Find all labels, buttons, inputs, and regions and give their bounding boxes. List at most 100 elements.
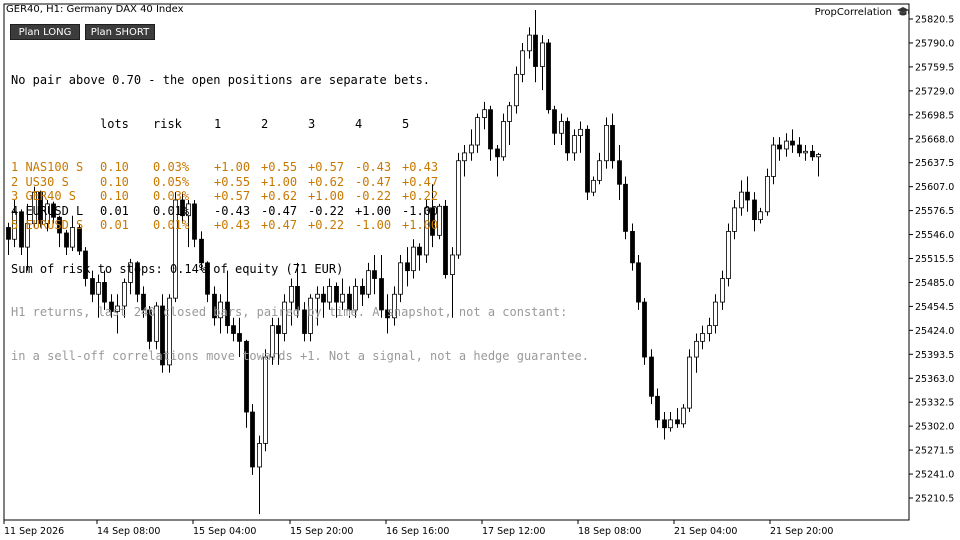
column-header-6: 4 (355, 116, 363, 131)
panel-note-1: H1 returns, last 240 closed bars, paired… (11, 305, 568, 319)
bull-candle (694, 340, 699, 358)
position-row: 1 NAS100 S 0.10 0.03% +1.00 +0.55 +0.57 -0.43 +… (11, 160, 589, 175)
bear-candle (777, 144, 782, 150)
bull-candle (732, 207, 737, 232)
bull-candle (257, 443, 262, 468)
column-header-1: lots (100, 116, 129, 131)
panel-headline: No pair above 0.70 - the open positions … (11, 73, 431, 87)
position-row: 4 EURUSD L 0.01 0.01% -0.43 -0.47 -0.22 +1.00-… (11, 204, 589, 219)
position-risk: 0.05% (153, 174, 190, 189)
bull-candle (816, 154, 821, 158)
price-label: 25393.5 (915, 350, 954, 361)
position-lots: 0.01 (100, 203, 129, 218)
bull-candle (803, 150, 808, 154)
price-label: 25454.5 (915, 302, 954, 313)
position-lots: 0.10 (100, 174, 129, 189)
risk-sum: Sum of risk to stops: 0.14% of equity (7… (11, 261, 344, 276)
position-lots: 0.10 (100, 160, 129, 174)
bull-candle (720, 278, 725, 303)
correlation-cell: +0.57 (308, 160, 345, 174)
time-label: 11 Sep 2026 (4, 526, 64, 537)
correlation-cell: -0.22 (355, 189, 392, 203)
bear-candle (6, 227, 11, 240)
time-label: 17 Sep 12:00 (482, 526, 545, 537)
price-label: 25820.5 (915, 15, 954, 26)
bear-candle (662, 419, 667, 429)
bear-candle (675, 419, 680, 425)
correlation-cell: +1.00 (261, 174, 298, 189)
brand-name: PropCorrelation (814, 6, 892, 18)
bull-candle (784, 140, 789, 150)
bear-candle (752, 199, 757, 221)
column-header-7: 5 (402, 116, 410, 131)
correlation-cell: -1.00 (355, 218, 392, 232)
price-label: 25332.5 (915, 398, 954, 409)
correlation-cell: +0.43 (214, 218, 251, 232)
correlation-cell: -0.43 (355, 160, 392, 174)
correlation-cell: -0.47 (261, 203, 298, 218)
price-label: 25424.0 (915, 326, 954, 337)
time-axis[interactable]: 11 Sep 2026 14 Sep 08:00 15 Sep 04:00 15 Se… (3, 520, 833, 537)
price-label: 25485.0 (915, 278, 954, 289)
correlation-cell: +0.43 (402, 160, 439, 174)
position-row: 2 US30 S 0.10 0.05% +0.55 +1.00 +0.62 -0.47 +0.… (11, 175, 589, 190)
position-label: 5 EURUSD S (11, 218, 84, 232)
time-label: 18 Sep 08:00 (578, 526, 641, 537)
plan-long-button[interactable]: Plan LONG (10, 24, 80, 40)
column-header-5: 3 (308, 116, 316, 131)
price-label: 25515.5 (915, 254, 954, 265)
correlation-cell: +1.00 (402, 218, 439, 232)
price-axis[interactable]: 25820.5 25790.0 25759.5 25729.0 25698.5 25668… (909, 15, 954, 505)
position-risk: 0.01% (153, 203, 190, 218)
position-lots: 0.01 (100, 218, 129, 232)
price-label: 25576.5 (915, 206, 954, 217)
correlation-cell: +0.57 (214, 189, 251, 203)
bull-candle (765, 176, 770, 213)
correlation-cell: +1.00 (355, 203, 392, 218)
price-label: 25759.5 (915, 62, 954, 73)
position-row: 3 GER40 S 0.10 0.03% +0.57 +0.62 +1.00 -0.22 +0… (11, 189, 589, 204)
correlation-cell: +0.62 (261, 189, 298, 203)
correlation-cell: +0.22 (308, 218, 345, 232)
position-label: 4 EURUSD L (11, 203, 84, 218)
bear-candle (636, 262, 641, 303)
correlation-panel: No pair above 0.70 - the open positions … (11, 44, 589, 378)
correlation-cell: +0.47 (402, 174, 439, 189)
bear-candle (623, 183, 628, 232)
position-risk: 0.03% (153, 189, 190, 203)
time-label: 15 Sep 20:00 (290, 526, 353, 537)
position-row: 5 EURUSD S 0.01 0.01% +0.43 +0.47 +0.22 -1.00 +… (11, 218, 589, 233)
column-header-2: risk (153, 116, 182, 131)
correlation-cell: +0.55 (261, 160, 298, 174)
bull-candle (591, 179, 596, 193)
bear-candle (655, 395, 660, 421)
position-label: 1 NAS100 S (11, 160, 84, 174)
bear-candle (810, 150, 815, 158)
bear-candle (797, 144, 802, 154)
price-label: 25729.0 (915, 86, 954, 97)
position-label: 3 GER40 S (11, 189, 77, 203)
price-label: 25363.0 (915, 374, 954, 385)
price-label: 25302.0 (915, 422, 954, 433)
bear-candle (790, 140, 795, 146)
price-label: 25607.0 (915, 182, 954, 193)
column-header-4: 2 (261, 116, 269, 131)
bear-candle (610, 125, 615, 162)
plan-short-button[interactable]: Plan SHORT (85, 24, 155, 40)
position-label: 2 US30 S (11, 174, 69, 189)
position-lots: 0.10 (100, 189, 129, 203)
price-label: 25241.0 (915, 470, 954, 481)
bull-candle (668, 419, 673, 429)
time-label: 15 Sep 04:00 (193, 526, 256, 537)
correlation-cell: -0.22 (308, 203, 345, 218)
price-label: 25210.5 (915, 494, 954, 505)
correlation-cell: +1.00 (214, 160, 251, 174)
panel-column-header: lots risk 1 2 3 4 5 (11, 117, 589, 132)
time-label: 21 Sep 20:00 (770, 526, 833, 537)
brand-label: PropCorrelation (815, 6, 910, 18)
time-label: 16 Sep 16:00 (386, 526, 449, 537)
bull-candle (707, 325, 712, 334)
bull-candle (687, 356, 692, 409)
correlation-cell: +0.62 (308, 174, 345, 189)
position-risk: 0.01% (153, 218, 190, 232)
